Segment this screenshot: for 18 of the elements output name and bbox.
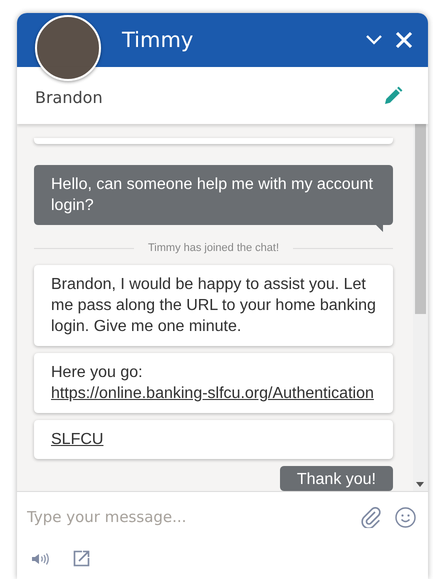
popout-icon[interactable]	[73, 550, 90, 567]
bubble-tail	[375, 224, 383, 232]
minimize-icon[interactable]	[365, 34, 383, 46]
emoji-icon[interactable]	[395, 506, 416, 528]
scrollbar[interactable]	[413, 124, 428, 491]
message-input[interactable]: Type your message...	[27, 508, 347, 526]
sound-icon[interactable]	[31, 552, 49, 566]
message-link[interactable]: SLFCU	[51, 429, 104, 450]
close-icon[interactable]	[395, 31, 413, 49]
agent-message: Here you go: https://online.banking-slfcu.org/Authentication	[34, 353, 393, 413]
agent-name: Timmy	[122, 28, 194, 52]
pencil-icon[interactable]	[383, 86, 403, 106]
paperclip-icon[interactable]	[361, 506, 381, 528]
system-notice: Timmy has joined the chat!	[148, 242, 280, 254]
visitor-message: Thank you!	[280, 466, 393, 491]
message-link[interactable]: https://online.banking-slfcu.org/Authentication	[51, 383, 374, 404]
visitor-name: Brandon	[35, 88, 103, 107]
agent-message: Brandon, I would be happy to assist you. Let me pass along the URL to your home banking login. Give me one minute.	[34, 265, 393, 346]
